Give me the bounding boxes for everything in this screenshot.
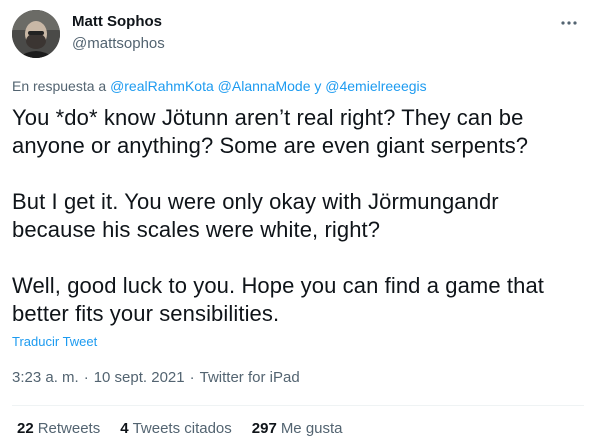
mention-link[interactable]: @realRahmKota — [110, 78, 214, 94]
quote-tweets-stat[interactable]: 4 Tweets citados — [120, 420, 232, 437]
reply-context: En respuesta a @realRahmKota @AlannaMode… — [12, 78, 427, 94]
tweet-time[interactable]: 3:23 a. m. — [12, 369, 79, 386]
more-options-icon — [561, 21, 577, 25]
tweet-paragraph: Well, good luck to you. Hope you can fin… — [12, 273, 544, 326]
retweets-count: 22 — [17, 420, 34, 437]
meta-separator: · — [83, 369, 89, 386]
author-handle[interactable]: @mattsophos — [72, 35, 165, 52]
retweets-stat[interactable]: 22 Retweets — [17, 420, 100, 437]
tweet-metadata: 3:23 a. m. · 10 sept. 2021 · Twitter for iPa… — [12, 369, 300, 386]
tweet-paragraph: You *do* know Jötunn aren’t real right? … — [12, 105, 529, 158]
avatar-image — [12, 10, 60, 58]
more-options-button[interactable] — [558, 12, 580, 34]
quote-tweets-count: 4 — [120, 420, 129, 437]
mention-link[interactable]: @AlannaMode — [218, 78, 311, 94]
meta-separator: · — [189, 369, 195, 386]
mention-link[interactable]: @4emielreeegis — [325, 78, 426, 94]
tweet-card: Matt Sophos @mattsophos En respuesta a @… — [0, 0, 596, 442]
tweet-paragraph: But I get it. You were only okay with Jö… — [12, 189, 499, 242]
quote-tweets-label: Tweets citados — [132, 420, 232, 437]
tweet-text: You *do* know Jötunn aren’t real right? … — [12, 104, 587, 328]
tweet-date[interactable]: 10 sept. 2021 — [94, 369, 185, 386]
author-name[interactable]: Matt Sophos — [72, 13, 162, 30]
likes-stat[interactable]: 297 Me gusta — [252, 420, 343, 437]
likes-count: 297 — [251, 420, 277, 437]
engagement-stats: 22 Retweets 4 Tweets citados 297 Me gusta — [17, 420, 363, 437]
translate-tweet-link[interactable]: Traducir Tweet — [12, 334, 97, 349]
divider — [12, 405, 584, 406]
avatar[interactable] — [12, 10, 60, 58]
likes-label: Me gusta — [280, 420, 343, 437]
tweet-source[interactable]: Twitter for iPad — [200, 369, 300, 386]
retweets-label: Retweets — [37, 420, 101, 437]
reply-connector: y — [314, 78, 322, 94]
reply-prefix: En respuesta a — [12, 78, 107, 94]
